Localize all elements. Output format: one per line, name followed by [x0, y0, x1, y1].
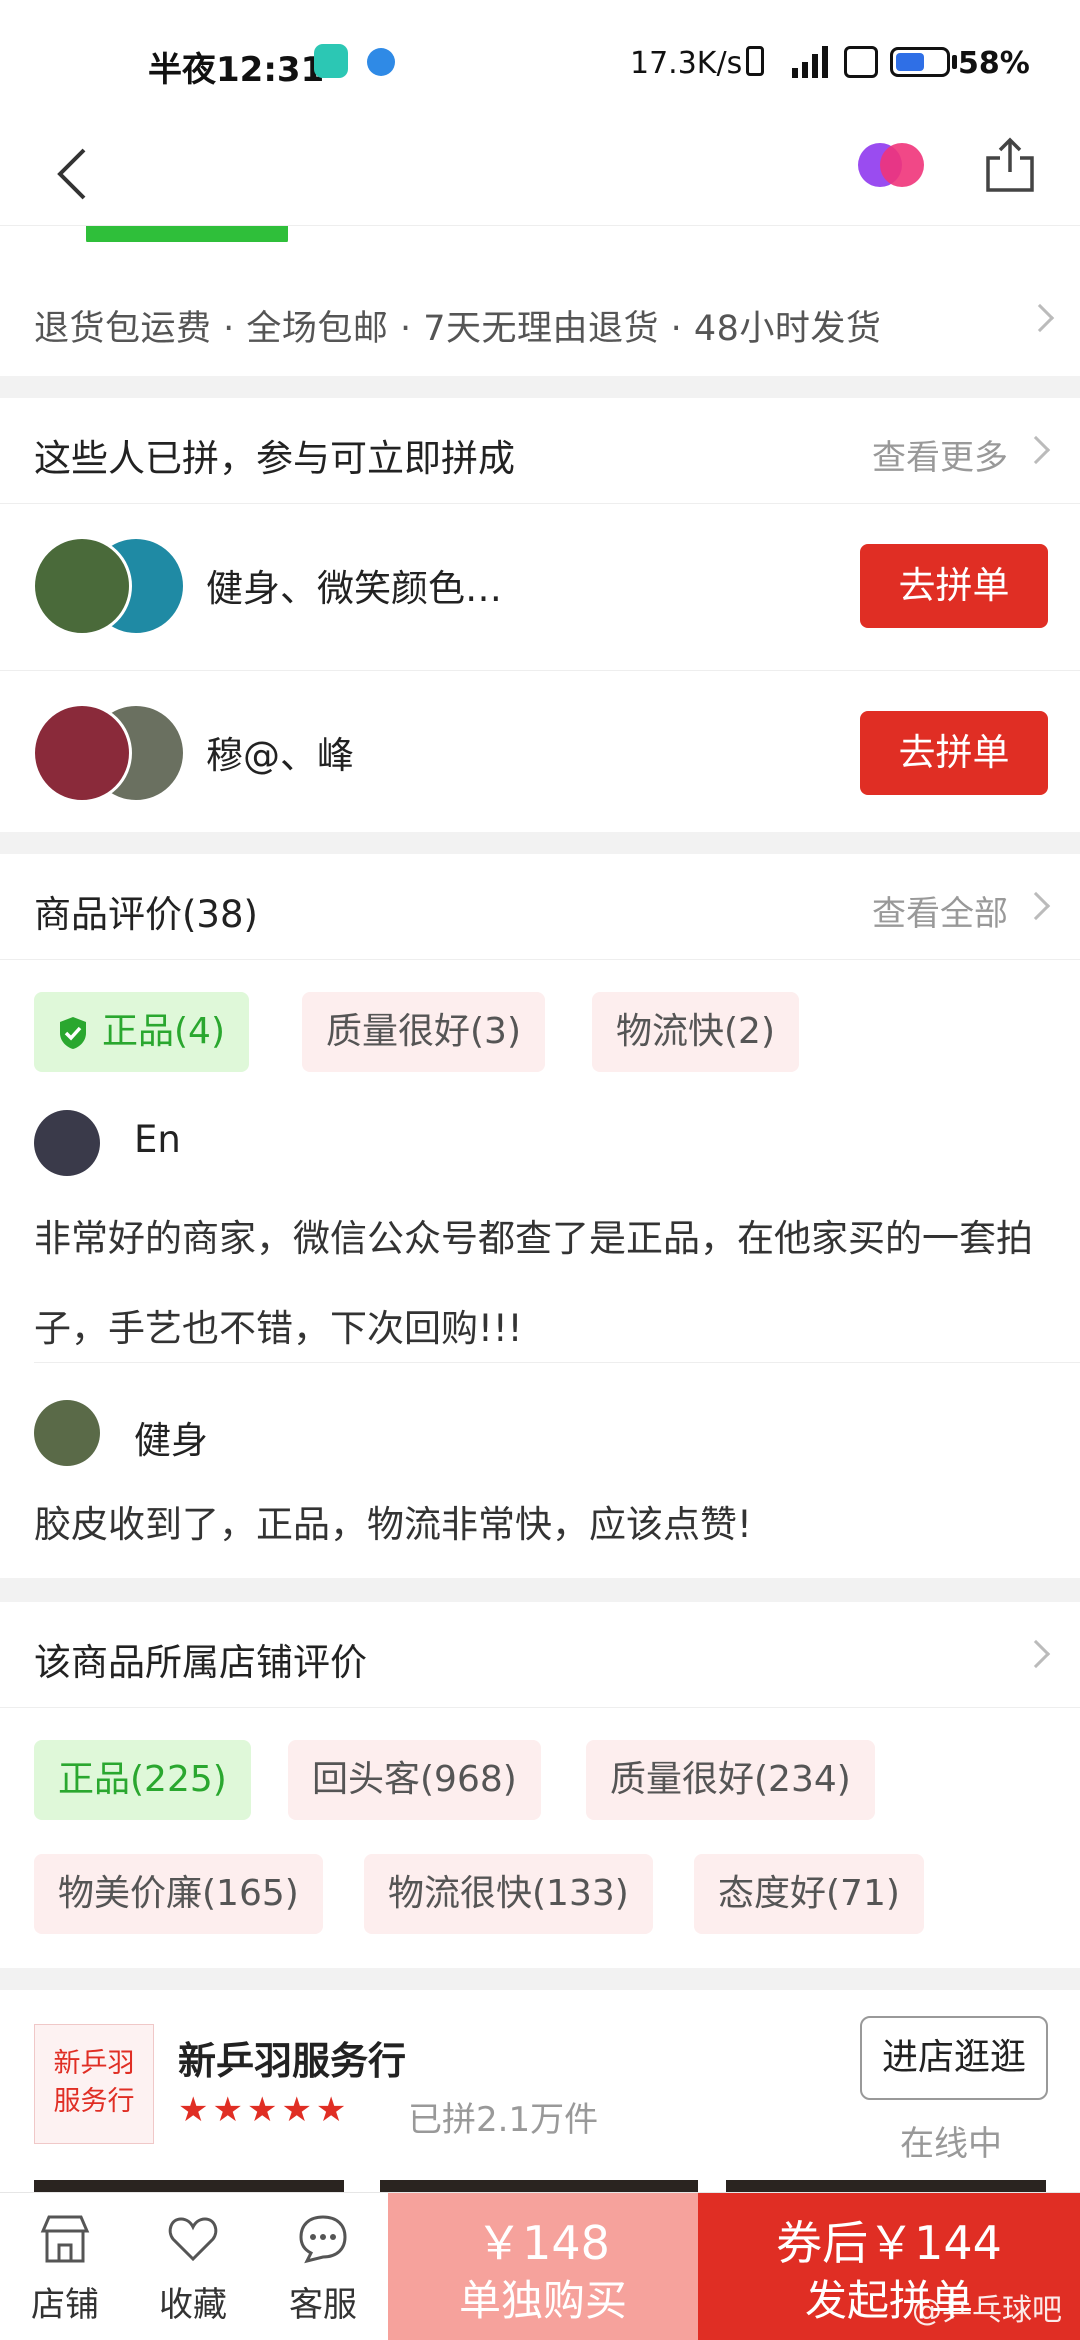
status-time: 半夜12:31: [148, 50, 325, 90]
group-buy-header: 这些人已拼，参与可立即拼成 查看更多: [0, 398, 1080, 504]
store-reviews-section: 该商品所属店铺评价 正品(225) 回头客(968) 质量很好(234) 物美价…: [0, 1602, 1080, 1968]
wifi-icon: [844, 46, 878, 78]
group-buy-title: 这些人已拼，参与可立即拼成: [34, 437, 515, 480]
bottom-action-bar: 店铺 收藏 客服 ￥148 单独购买 券后￥144 发起拼单 @乒乓球吧: [0, 2192, 1080, 2340]
avatar: [34, 1110, 100, 1176]
shield-check-icon: [60, 1017, 86, 1049]
reviewer-name: En: [134, 1118, 181, 1161]
signal-icon: [784, 44, 830, 78]
chevron-right-icon: [1021, 891, 1051, 921]
reviewer-name: 健身: [134, 1419, 208, 1462]
review-tag[interactable]: 物流快(2): [592, 992, 799, 1072]
back-icon[interactable]: [50, 144, 100, 204]
app-notification-icon-2: [367, 48, 395, 76]
favorite-tab[interactable]: 收藏: [128, 2193, 258, 2340]
buy-alone-button[interactable]: ￥148 单独购买: [388, 2193, 698, 2340]
store-rating-stars: ★★★★★: [178, 2090, 351, 2130]
service-tab-label: 客服: [289, 2285, 357, 2325]
reviews-header: 商品评价(38) 查看全部: [0, 854, 1080, 960]
store-tab[interactable]: 店铺: [0, 2193, 130, 2340]
join-group-button[interactable]: 去拼单: [860, 544, 1048, 628]
store-card: 新乒羽 服务行 新乒羽服务行 ★★★★★ 已拼2.1万件 进店逛逛 在线中: [0, 1990, 1080, 2200]
join-group-button[interactable]: 去拼单: [860, 711, 1048, 795]
chevron-right-icon: [1021, 435, 1051, 465]
divider: [34, 1362, 1080, 1363]
group-price: 券后￥144: [776, 2216, 1002, 2270]
reviews-title: 商品评价(38): [34, 893, 258, 936]
network-speed: 17.3K/s: [630, 46, 743, 81]
store-online-status: 在线中: [900, 2124, 1002, 2164]
reviews-view-all-link[interactable]: 查看全部: [872, 886, 1008, 935]
store-logo[interactable]: 新乒羽 服务行: [34, 2024, 154, 2144]
store-sold-count: 已拼2.1万件: [408, 2100, 599, 2140]
chat-icon: [299, 2215, 347, 2264]
avatar: [32, 703, 132, 803]
store-review-tag[interactable]: 质量很好(234): [586, 1740, 875, 1820]
store-reviews-title: 该商品所属店铺评价: [34, 1641, 367, 1684]
brand-badge-icon[interactable]: [856, 140, 926, 190]
store-logo-line: 新乒羽: [53, 2048, 135, 2079]
group-buy-section: 这些人已拼，参与可立即拼成 查看更多 健身、微笑颜色… 去拼单 穆@、峰 去拼单: [0, 398, 1080, 832]
group-members: 穆@、峰: [206, 734, 354, 777]
nav-bar: [0, 124, 1080, 226]
store-icon: [40, 2215, 90, 2263]
review-tag[interactable]: 正品(4): [34, 992, 249, 1072]
vibrate-icon: [746, 46, 764, 76]
store-review-tag[interactable]: 回头客(968): [288, 1740, 541, 1820]
reviews-section: 商品评价(38) 查看全部 正品(4) 质量很好(3) 物流快(2) En 非常…: [0, 854, 1080, 1578]
watermark: @乒乓球吧: [912, 2293, 1062, 2328]
share-icon[interactable]: [984, 134, 1036, 194]
store-review-tag[interactable]: 物流很快(133): [364, 1854, 653, 1934]
store-tab-label: 店铺: [31, 2285, 99, 2325]
service-tab[interactable]: 客服: [258, 2193, 388, 2340]
review-text: 胶皮收到了，正品，物流非常快，应该点赞!: [34, 1503, 752, 1546]
app-notification-icon: [314, 44, 348, 78]
solo-price: ￥148: [476, 2216, 610, 2270]
status-bar: 半夜12:31 17.3K/s 58%: [0, 0, 1080, 124]
heart-icon: [168, 2217, 218, 2262]
battery-percent: 58%: [958, 46, 1030, 81]
group-row: 穆@、峰 去拼单: [0, 670, 1080, 836]
store-review-tag[interactable]: 正品(225): [34, 1740, 251, 1820]
cut-green-tag: [86, 226, 288, 242]
battery-icon: [890, 47, 950, 77]
group-buy-more-link[interactable]: 查看更多: [872, 430, 1008, 479]
favorite-tab-label: 收藏: [159, 2285, 227, 2325]
chevron-right-icon: [1021, 1639, 1051, 1669]
group-row: 健身、微笑颜色… 去拼单: [0, 504, 1080, 670]
services-text: 退货包运费 · 全场包邮 · 7天无理由退货 · 48小时发货: [34, 309, 882, 349]
battery-cap: [952, 55, 957, 69]
store-name[interactable]: 新乒羽服务行: [178, 2030, 406, 2085]
store-review-tag[interactable]: 物美价廉(165): [34, 1854, 323, 1934]
cut-title-row: [0, 226, 1080, 242]
review-text: 非常好的商家，微信公众号都查了是正品，在他家买的一套拍子，手艺也不错，下次回购!…: [34, 1217, 1033, 1350]
store-review-tag[interactable]: 态度好(71): [694, 1854, 924, 1934]
group-members: 健身、微笑颜色…: [206, 567, 502, 610]
review-tag-label: 正品(4): [102, 1011, 225, 1052]
avatar: [34, 1400, 100, 1466]
chevron-right-icon: [1025, 303, 1055, 333]
store-reviews-header[interactable]: 该商品所属店铺评价: [0, 1602, 1080, 1708]
store-logo-line: 服务行: [53, 2086, 135, 2117]
review-tag[interactable]: 质量很好(3): [302, 992, 545, 1072]
avatar: [32, 536, 132, 636]
enter-store-button[interactable]: 进店逛逛: [860, 2016, 1048, 2100]
start-group-buy-button[interactable]: 券后￥144 发起拼单 @乒乓球吧: [698, 2193, 1080, 2340]
service-guarantees[interactable]: 退货包运费 · 全场包邮 · 7天无理由退货 · 48小时发货: [0, 242, 1080, 376]
solo-label: 单独购买: [458, 2276, 627, 2325]
